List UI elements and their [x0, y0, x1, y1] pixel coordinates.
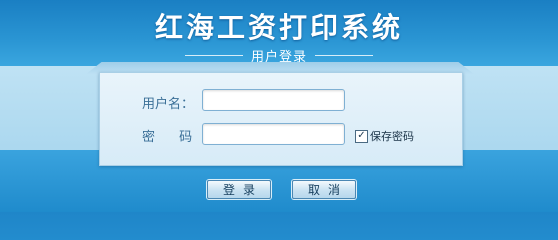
password-input[interactable] — [202, 123, 345, 145]
login-subtitle: 用户登录 — [250, 49, 307, 65]
remember-password-label[interactable]: 保存密码 — [370, 128, 414, 144]
remember-password-checkbox[interactable]: ✓ — [355, 129, 368, 143]
cancel-button[interactable]: 取消 — [292, 180, 356, 199]
username-input[interactable] — [202, 89, 345, 111]
remember-password[interactable]: ✓ 保存密码 — [355, 128, 414, 144]
app-title: 红海工资打印系统 — [154, 11, 403, 44]
subtitle-divider-right — [315, 54, 373, 56]
login-button[interactable]: 登录 — [207, 180, 271, 199]
login-panel — [99, 72, 463, 166]
checkmark-icon: ✓ — [357, 130, 366, 141]
subtitle-divider-left — [184, 54, 243, 56]
username-label: 用户名： — [142, 97, 195, 112]
